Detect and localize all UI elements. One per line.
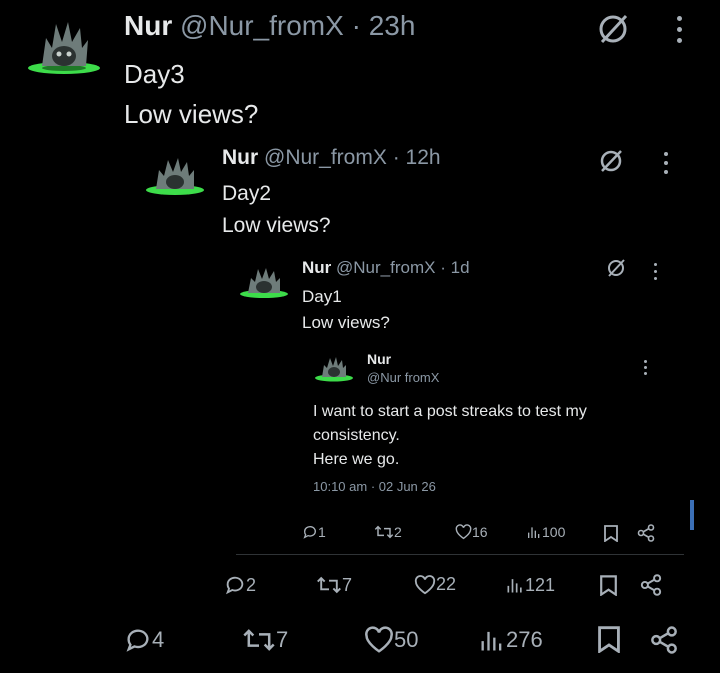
views-icon [481,631,502,651]
heart-icon [365,626,393,653]
views-button[interactable]: 121 [505,574,555,596]
views-count: 100 [542,524,566,540]
avatar[interactable] [24,18,104,84]
quoted-post-text: I want to start a post streaks to test m… [313,400,653,472]
author-name[interactable]: Nur [222,146,258,169]
repost-count: 2 [394,524,402,540]
separator: · [440,258,446,277]
reply-button[interactable]: 4 [124,626,164,654]
reply-count: 2 [246,574,257,595]
post-header: Nur @Nur_fromX · 12h [222,146,441,170]
scrollbar-thumb[interactable] [690,500,694,530]
views-count: 121 [525,574,556,595]
views-button[interactable]: 100 [526,524,565,540]
separator: · [351,10,361,41]
post-timestamp[interactable]: 10:10 am · 02 Jun 26 [313,479,436,494]
bookmark-icon[interactable] [598,626,620,658]
reply-icon [126,629,149,652]
post-line: Day2 [222,182,272,205]
reply-count: 1 [318,524,326,540]
repost-button[interactable]: 7 [316,574,352,596]
heart-icon [455,524,472,540]
views-icon [507,579,522,593]
post-time[interactable]: 1d [451,258,470,277]
more-options-icon[interactable] [644,360,647,375]
post-line: Low views? [302,313,390,332]
reply-button[interactable]: 1 [302,524,326,540]
like-count: 22 [436,574,457,594]
repost-icon [374,525,394,539]
post-text: Day2 Low views? [222,178,331,242]
author-handle[interactable]: @Nur_fromX [336,258,435,277]
like-count: 16 [472,524,488,540]
like-count: 50 [394,627,419,652]
share-icon[interactable] [640,574,662,601]
views-button[interactable]: 276 [478,626,543,654]
post-text: Day1 Low views? [302,284,390,336]
heart-icon [414,574,436,594]
post-header: Nur @Nur_fromX · 23h [124,10,415,42]
like-button[interactable]: 22 [414,574,456,595]
author-name[interactable]: Nur [302,258,331,277]
post-time[interactable]: 23h [369,10,416,41]
author-handle[interactable]: @Nur_fromX [180,10,344,41]
post-line: Here we go. [313,451,400,468]
avatar[interactable] [144,156,206,200]
bookmark-icon[interactable] [604,525,618,547]
repost-button[interactable]: 2 [374,524,402,540]
post-header: Nur @Nur_fromX · 1d [302,258,470,278]
views-icon [528,527,540,538]
author-handle[interactable]: @Nur_fromX [264,146,387,169]
post-text: Day3 Low views? [124,54,258,134]
grok-icon[interactable] [596,12,630,51]
share-icon[interactable] [637,524,655,547]
reply-icon [303,526,316,539]
author-handle[interactable]: @Nur fromX [367,370,439,385]
avatar[interactable] [238,266,290,302]
grok-icon[interactable] [606,258,626,283]
reply-icon [225,576,244,595]
post-line: Low views? [222,214,331,237]
reply-count: 4 [152,627,165,652]
divider [236,554,684,555]
repost-count: 7 [342,574,353,595]
bookmark-icon[interactable] [600,575,617,601]
repost-icon [317,576,341,594]
repost-count: 7 [276,627,289,652]
share-icon[interactable] [650,626,678,659]
author-name[interactable]: Nur [367,351,391,367]
like-button[interactable]: 16 [455,524,488,540]
more-options-icon[interactable] [654,263,658,280]
repost-button[interactable]: 7 [242,626,288,654]
more-options-icon[interactable] [677,16,683,43]
reply-button[interactable]: 2 [224,574,256,596]
post-line: Day3 [124,59,185,89]
post-line: consistency. [313,427,400,444]
grok-icon[interactable] [598,148,624,179]
repost-icon [243,629,275,651]
author-name[interactable]: Nur [124,10,172,41]
post-line: Day1 [302,287,342,306]
more-options-icon[interactable] [664,152,669,174]
avatar[interactable] [314,356,354,384]
separator: · [392,146,400,169]
post-time[interactable]: 12h [406,146,441,169]
post-line: Low views? [124,99,259,129]
post-line: I want to start a post streaks to test m… [313,403,587,420]
like-button[interactable]: 50 [364,626,418,654]
views-count: 276 [506,627,543,652]
